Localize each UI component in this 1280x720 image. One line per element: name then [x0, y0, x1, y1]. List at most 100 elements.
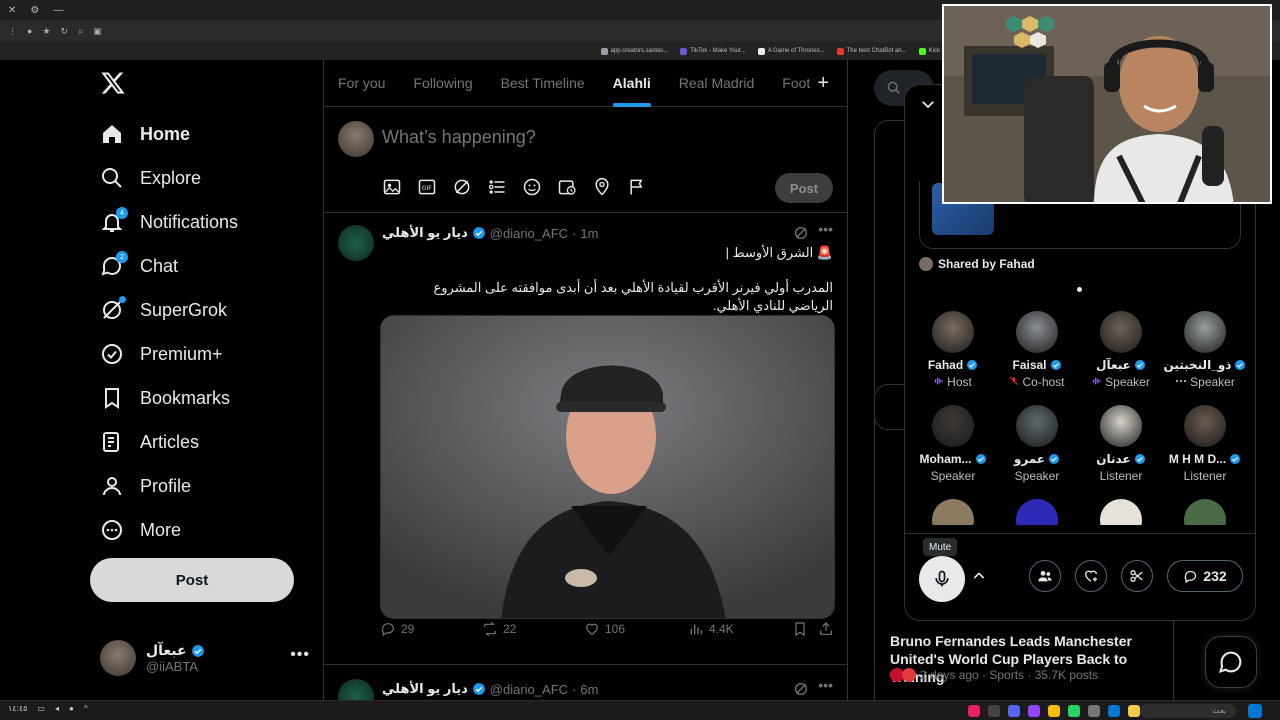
start-icon[interactable]: [1248, 704, 1262, 718]
media-icon[interactable]: [382, 177, 402, 197]
tab-alahli[interactable]: Alahli: [612, 60, 651, 107]
participant[interactable]: عمرو Speaker: [995, 405, 1079, 483]
tab-real-madrid[interactable]: Real Madrid: [679, 60, 754, 107]
sidebar-item-profile[interactable]: Profile: [100, 466, 191, 506]
bookmark-item[interactable]: Kick: [918, 47, 940, 55]
chrome-icon[interactable]: [1048, 705, 1060, 717]
participants-button[interactable]: [1029, 560, 1061, 592]
menu-icon[interactable]: ⋮: [8, 26, 17, 37]
participant[interactable]: [1079, 499, 1163, 525]
participant[interactable]: Fahad Host: [911, 311, 995, 389]
tab-foot[interactable]: Foot: [782, 60, 810, 107]
tweet-author-handle[interactable]: @diario_AFC: [490, 226, 568, 241]
location-icon[interactable]: [592, 177, 612, 197]
poll-icon[interactable]: [487, 177, 507, 197]
obs-icon[interactable]: [988, 705, 1000, 717]
participant[interactable]: Moham... Speaker: [911, 405, 995, 483]
sidebar-item-chat[interactable]: 2 Chat: [100, 246, 178, 286]
chevron-up-icon[interactable]: [971, 568, 987, 584]
repost-button[interactable]: 22: [482, 621, 516, 637]
share-icon[interactable]: [818, 621, 834, 637]
extension-icon[interactable]: ▣: [93, 26, 102, 37]
taskbar-search-input[interactable]: بحث: [1140, 704, 1236, 718]
tab-best-timeline[interactable]: Best Timeline: [501, 60, 585, 107]
tweet[interactable]: ديار يو الأهلي @diario_AFC · 1m ••• 🚨 ال…: [324, 213, 847, 665]
reload-icon[interactable]: ↻: [61, 26, 69, 37]
close-window-icon[interactable]: ✕: [8, 5, 16, 16]
tweet-more-icon[interactable]: •••: [818, 677, 833, 693]
bookmark-item[interactable]: TikTok - Make Your...: [680, 47, 746, 55]
more-dots-icon[interactable]: •••: [290, 646, 310, 664]
star-icon[interactable]: ★: [42, 26, 50, 37]
sidebar-item-bookmarks[interactable]: Bookmarks: [100, 378, 230, 418]
account-switcher[interactable]: عبعآل @iiABTA •••: [100, 638, 310, 678]
sidebar-item-supergrok[interactable]: SuperGrok: [100, 290, 227, 330]
sidebar-item-premium[interactable]: Premium+: [100, 334, 223, 374]
store-icon[interactable]: [1108, 705, 1120, 717]
emoji-icon[interactable]: [522, 177, 542, 197]
chat-fab-button[interactable]: [1205, 636, 1257, 688]
settings-icon[interactable]: ⚙: [30, 5, 39, 16]
tweet-author-handle[interactable]: @diario_AFC: [490, 682, 568, 697]
add-tab-icon[interactable]: +: [817, 72, 829, 95]
like-button[interactable]: 106: [584, 621, 625, 637]
tweet-more-icon[interactable]: •••: [818, 221, 833, 237]
sidebar-item-explore[interactable]: Explore: [100, 158, 201, 198]
chevron-down-icon[interactable]: [919, 95, 937, 113]
participant[interactable]: [1163, 499, 1247, 525]
folder-icon[interactable]: [1128, 705, 1140, 717]
participant[interactable]: ذو_النخبتين Speaker: [1163, 311, 1247, 389]
tweet-author-name[interactable]: ديار يو الأهلي: [382, 225, 468, 241]
reply-button[interactable]: 29: [380, 621, 414, 637]
tab-following[interactable]: Following: [413, 60, 472, 107]
post-button[interactable]: Post: [90, 558, 294, 602]
volume-icon[interactable]: ◂: [55, 704, 59, 713]
tweet-time[interactable]: 1m: [580, 226, 598, 241]
tweet-author-name[interactable]: ديار يو الأهلي: [382, 681, 468, 697]
participant[interactable]: M H M D... Listener: [1163, 405, 1247, 483]
sidebar-item-articles[interactable]: Articles: [100, 422, 199, 462]
react-button[interactable]: [1075, 560, 1107, 592]
participant[interactable]: [911, 499, 995, 525]
schedule-icon[interactable]: [557, 177, 577, 197]
app-icon[interactable]: [1088, 705, 1100, 717]
x-logo-icon[interactable]: [100, 70, 126, 96]
grok-icon[interactable]: [793, 681, 809, 697]
tweet[interactable]: ديار يو الأهلي @diario_AFC · 6m •••: [324, 665, 847, 715]
tweet-text-line: 🚨 الشرق الأوسط |: [725, 245, 833, 260]
sidebar-item-more[interactable]: More: [100, 510, 181, 550]
discord-icon[interactable]: [1008, 705, 1020, 717]
composer-input[interactable]: What’s happening?: [382, 127, 536, 148]
bookmark-item[interactable]: app.creators.sa/das...: [600, 47, 668, 55]
tiktok-icon[interactable]: [968, 705, 980, 717]
avatar[interactable]: [338, 225, 374, 261]
participant[interactable]: [995, 499, 1079, 525]
participant[interactable]: عدنان Listener: [1079, 405, 1163, 483]
participant[interactable]: Faisal Co-host: [995, 311, 1079, 389]
gif-icon[interactable]: GIF: [417, 177, 437, 197]
tab-for-you[interactable]: For you: [338, 60, 385, 107]
mic-tray-icon[interactable]: ●: [69, 704, 74, 713]
tweet-image[interactable]: [380, 315, 835, 619]
mic-button[interactable]: [919, 556, 965, 602]
bookmark-icon[interactable]: [792, 621, 808, 637]
clip-button[interactable]: [1121, 560, 1153, 592]
whatsapp-icon[interactable]: [1068, 705, 1080, 717]
composer-post-button[interactable]: Post: [775, 173, 833, 203]
sidebar-item-home[interactable]: Home: [100, 114, 190, 154]
grok-icon[interactable]: [793, 225, 809, 241]
views-button[interactable]: 4.4K: [688, 621, 734, 637]
grok-icon[interactable]: [452, 177, 472, 197]
twitch-icon[interactable]: [1028, 705, 1040, 717]
flag-icon[interactable]: [627, 177, 647, 197]
zoom-icon[interactable]: ⌕: [78, 26, 83, 37]
bookmark-item[interactable]: The best ChatBot an...: [836, 47, 907, 55]
tray-expand-icon[interactable]: ^: [84, 704, 88, 713]
network-icon[interactable]: ▭: [37, 704, 45, 713]
comments-button[interactable]: 232: [1167, 560, 1243, 592]
participant[interactable]: عبعآل Speaker: [1079, 311, 1163, 389]
sidebar-item-notifications[interactable]: 4 Notifications: [100, 202, 238, 242]
bookmark-item[interactable]: A Game of Thrones...: [757, 47, 825, 55]
minimize-icon[interactable]: —: [53, 5, 63, 16]
tweet-time[interactable]: 6m: [580, 682, 598, 697]
